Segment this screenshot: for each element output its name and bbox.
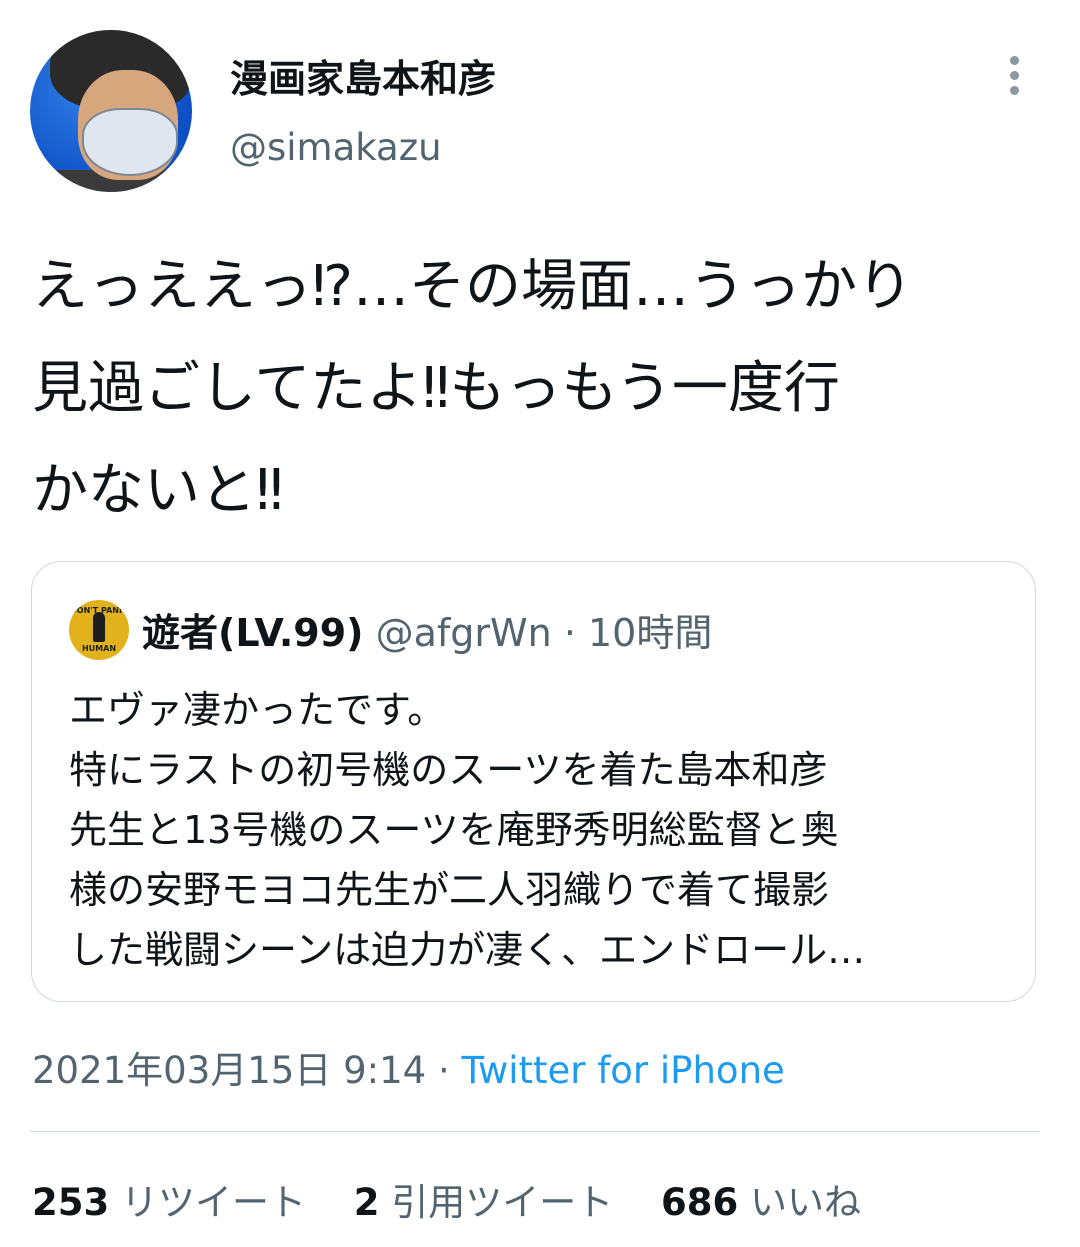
- quoted-tweet-card[interactable]: DON'T PANIC HUMAN 遊者(LV.99) @afgrWn · 10…: [31, 561, 1036, 1002]
- quotes-count: 2: [353, 1181, 380, 1224]
- divider: [30, 1131, 1040, 1132]
- likes-count: 686: [661, 1181, 739, 1224]
- quoted-author-handle: @afgrWn: [375, 611, 552, 655]
- author-handle[interactable]: @simakazu: [230, 126, 442, 169]
- quotes-label: 引用ツイート: [391, 1181, 614, 1224]
- tweet-stats: 253 リツイート 2 引用ツイート 686 いいね: [32, 1172, 897, 1226]
- quotes-stat[interactable]: 2 引用ツイート: [354, 1181, 625, 1224]
- likes-stat[interactable]: 686 いいね: [661, 1181, 861, 1224]
- retweets-stat[interactable]: 253 リツイート: [32, 1181, 318, 1224]
- tweet-text: えっええっ⁉…その場面…うっかり 見過ごしてたよ‼もっもう一度行 かないと‼: [32, 254, 914, 523]
- tweet-meta: 2021年03月15日 9:14 · Twitter for iPhone: [32, 1040, 785, 1094]
- quoted-separator: ·: [563, 611, 576, 655]
- retweets-count: 253: [32, 1181, 110, 1224]
- quoted-tweet-text: エヴァ凄かったです。 特にラストの初号機のスーツを着た島本和彦 先生と13号機の…: [69, 688, 866, 972]
- avatar-mask: [82, 108, 178, 176]
- author-name[interactable]: 漫画家島本和彦: [230, 48, 496, 103]
- more-vertical-icon[interactable]: [1000, 56, 1028, 98]
- quoted-avatar-text-bottom: HUMAN: [81, 644, 117, 653]
- author-avatar[interactable]: [30, 30, 192, 192]
- likes-label: いいね: [750, 1181, 862, 1224]
- quoted-time: 10時間: [588, 611, 713, 655]
- tweet-datetime[interactable]: 2021年03月15日 9:14: [32, 1049, 426, 1092]
- quoted-avatar-figure: [93, 612, 105, 642]
- quoted-author-name: 遊者(LV.99): [142, 611, 364, 655]
- quoted-author-avatar[interactable]: DON'T PANIC HUMAN: [69, 600, 129, 660]
- tweet-source-link[interactable]: Twitter for iPhone: [461, 1049, 784, 1092]
- quoted-tweet-header: 遊者(LV.99) @afgrWn · 10時間: [142, 602, 712, 657]
- retweets-label: リツイート: [121, 1181, 306, 1224]
- meta-separator: ·: [437, 1049, 450, 1092]
